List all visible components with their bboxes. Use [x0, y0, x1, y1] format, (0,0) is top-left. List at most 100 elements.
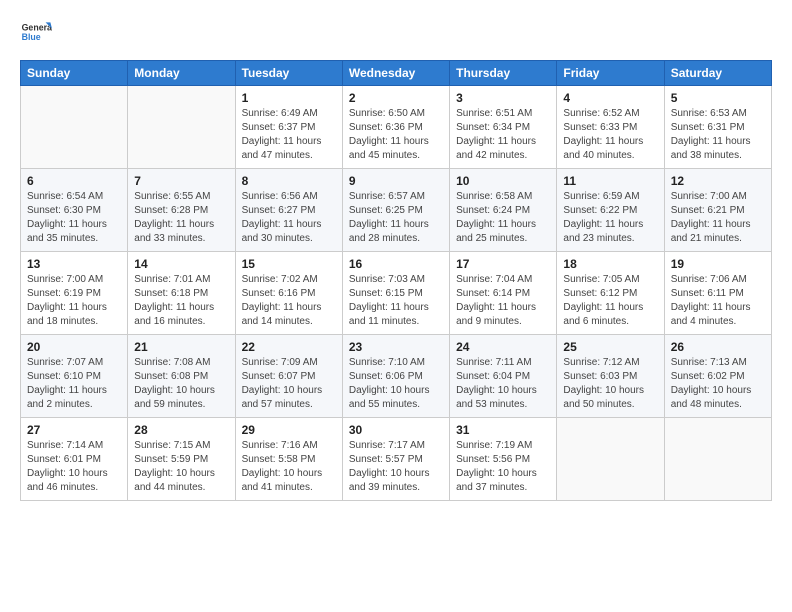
day-info: Sunrise: 7:13 AMSunset: 6:02 PMDaylight:…	[671, 356, 765, 412]
calendar-cell: 24 Sunrise: 7:11 AMSunset: 6:04 PMDayligh…	[450, 335, 557, 418]
calendar-cell: 6 Sunrise: 6:54 AMSunset: 6:30 PMDaylight…	[21, 169, 128, 252]
day-number: 21	[134, 340, 228, 354]
day-number: 3	[456, 91, 550, 105]
calendar-cell: 25 Sunrise: 7:12 AMSunset: 6:03 PMDayligh…	[557, 335, 664, 418]
day-number: 15	[242, 257, 336, 271]
day-number: 6	[27, 174, 121, 188]
day-info: Sunrise: 7:15 AMSunset: 5:59 PMDaylight:…	[134, 439, 228, 495]
day-info: Sunrise: 7:02 AMSunset: 6:16 PMDaylight:…	[242, 273, 336, 329]
day-number: 2	[349, 91, 443, 105]
weekday-header-tuesday: Tuesday	[235, 61, 342, 86]
logo-icon: General Blue	[20, 16, 52, 48]
calendar-cell: 26 Sunrise: 7:13 AMSunset: 6:02 PMDayligh…	[664, 335, 771, 418]
day-number: 24	[456, 340, 550, 354]
day-info: Sunrise: 7:12 AMSunset: 6:03 PMDaylight:…	[563, 356, 657, 412]
calendar-cell: 22Sunrise: 7:09 AMSunset: 6:07 PMDayligh…	[235, 335, 342, 418]
day-number: 9	[349, 174, 443, 188]
day-info: Sunrise: 7:16 AMSunset: 5:58 PMDaylight:…	[242, 439, 336, 495]
calendar-week-row: 6 Sunrise: 6:54 AMSunset: 6:30 PMDaylight…	[21, 169, 772, 252]
day-number: 30	[349, 423, 443, 437]
day-number: 14	[134, 257, 228, 271]
calendar-cell: 23 Sunrise: 7:10 AMSunset: 6:06 PMDayligh…	[342, 335, 449, 418]
calendar-cell: 17 Sunrise: 7:04 AMSunset: 6:14 PMDayligh…	[450, 252, 557, 335]
day-info: Sunrise: 6:55 AMSunset: 6:28 PMDaylight:…	[134, 190, 228, 246]
day-number: 1	[242, 91, 336, 105]
calendar-week-row: 1 Sunrise: 6:49 AMSunset: 6:37 PMDaylight…	[21, 86, 772, 169]
day-number: 16	[349, 257, 443, 271]
calendar-cell	[664, 418, 771, 501]
weekday-header-wednesday: Wednesday	[342, 61, 449, 86]
calendar-cell: 3 Sunrise: 6:51 AMSunset: 6:34 PMDaylight…	[450, 86, 557, 169]
calendar-cell: 4 Sunrise: 6:52 AMSunset: 6:33 PMDaylight…	[557, 86, 664, 169]
day-number: 26	[671, 340, 765, 354]
day-number: 22	[242, 340, 336, 354]
calendar-cell: 1 Sunrise: 6:49 AMSunset: 6:37 PMDaylight…	[235, 86, 342, 169]
day-info: Sunrise: 6:52 AMSunset: 6:33 PMDaylight:…	[563, 107, 657, 163]
day-info: Sunrise: 6:54 AMSunset: 6:30 PMDaylight:…	[27, 190, 121, 246]
calendar-cell	[128, 86, 235, 169]
weekday-header-friday: Friday	[557, 61, 664, 86]
calendar-week-row: 20 Sunrise: 7:07 AMSunset: 6:10 PMDayligh…	[21, 335, 772, 418]
calendar-week-row: 27 Sunrise: 7:14 AMSunset: 6:01 PMDayligh…	[21, 418, 772, 501]
day-info: Sunrise: 6:53 AMSunset: 6:31 PMDaylight:…	[671, 107, 765, 163]
calendar-cell: 18 Sunrise: 7:05 AMSunset: 6:12 PMDayligh…	[557, 252, 664, 335]
calendar-cell: 13Sunrise: 7:00 AMSunset: 6:19 PMDayligh…	[21, 252, 128, 335]
calendar-cell: 10 Sunrise: 6:58 AMSunset: 6:24 PMDayligh…	[450, 169, 557, 252]
calendar-week-row: 13Sunrise: 7:00 AMSunset: 6:19 PMDayligh…	[21, 252, 772, 335]
day-number: 13	[27, 257, 121, 271]
calendar-cell: 29 Sunrise: 7:16 AMSunset: 5:58 PMDayligh…	[235, 418, 342, 501]
svg-text:Blue: Blue	[22, 32, 41, 42]
day-info: Sunrise: 6:49 AMSunset: 6:37 PMDaylight:…	[242, 107, 336, 163]
day-info: Sunrise: 6:57 AMSunset: 6:25 PMDaylight:…	[349, 190, 443, 246]
day-info: Sunrise: 7:05 AMSunset: 6:12 PMDaylight:…	[563, 273, 657, 329]
day-info: Sunrise: 6:51 AMSunset: 6:34 PMDaylight:…	[456, 107, 550, 163]
calendar-cell: 8Sunrise: 6:56 AMSunset: 6:27 PMDaylight…	[235, 169, 342, 252]
calendar-cell: 21 Sunrise: 7:08 AMSunset: 6:08 PMDayligh…	[128, 335, 235, 418]
day-info: Sunrise: 6:56 AMSunset: 6:27 PMDaylight:…	[242, 190, 336, 246]
weekday-header-monday: Monday	[128, 61, 235, 86]
calendar-cell: 27 Sunrise: 7:14 AMSunset: 6:01 PMDayligh…	[21, 418, 128, 501]
calendar-cell: 19 Sunrise: 7:06 AMSunset: 6:11 PMDayligh…	[664, 252, 771, 335]
day-number: 5	[671, 91, 765, 105]
calendar-cell: 14 Sunrise: 7:01 AMSunset: 6:18 PMDayligh…	[128, 252, 235, 335]
day-info: Sunrise: 7:04 AMSunset: 6:14 PMDaylight:…	[456, 273, 550, 329]
day-info: Sunrise: 7:08 AMSunset: 6:08 PMDaylight:…	[134, 356, 228, 412]
day-number: 4	[563, 91, 657, 105]
day-info: Sunrise: 7:00 AMSunset: 6:21 PMDaylight:…	[671, 190, 765, 246]
weekday-header-sunday: Sunday	[21, 61, 128, 86]
day-number: 17	[456, 257, 550, 271]
day-number: 7	[134, 174, 228, 188]
calendar-cell: 30 Sunrise: 7:17 AMSunset: 5:57 PMDayligh…	[342, 418, 449, 501]
day-number: 28	[134, 423, 228, 437]
day-info: Sunrise: 6:59 AMSunset: 6:22 PMDaylight:…	[563, 190, 657, 246]
calendar-cell: 9 Sunrise: 6:57 AMSunset: 6:25 PMDaylight…	[342, 169, 449, 252]
day-info: Sunrise: 7:17 AMSunset: 5:57 PMDaylight:…	[349, 439, 443, 495]
day-number: 23	[349, 340, 443, 354]
day-info: Sunrise: 7:10 AMSunset: 6:06 PMDaylight:…	[349, 356, 443, 412]
calendar-cell: 16 Sunrise: 7:03 AMSunset: 6:15 PMDayligh…	[342, 252, 449, 335]
calendar-cell: 20 Sunrise: 7:07 AMSunset: 6:10 PMDayligh…	[21, 335, 128, 418]
day-number: 29	[242, 423, 336, 437]
calendar-cell	[21, 86, 128, 169]
day-number: 27	[27, 423, 121, 437]
day-info: Sunrise: 7:07 AMSunset: 6:10 PMDaylight:…	[27, 356, 121, 412]
calendar-cell: 7 Sunrise: 6:55 AMSunset: 6:28 PMDaylight…	[128, 169, 235, 252]
day-info: Sunrise: 7:03 AMSunset: 6:15 PMDaylight:…	[349, 273, 443, 329]
day-number: 18	[563, 257, 657, 271]
day-info: Sunrise: 7:06 AMSunset: 6:11 PMDaylight:…	[671, 273, 765, 329]
calendar-cell: 15 Sunrise: 7:02 AMSunset: 6:16 PMDayligh…	[235, 252, 342, 335]
day-info: Sunrise: 6:58 AMSunset: 6:24 PMDaylight:…	[456, 190, 550, 246]
day-number: 20	[27, 340, 121, 354]
day-number: 10	[456, 174, 550, 188]
day-info: Sunrise: 7:14 AMSunset: 6:01 PMDaylight:…	[27, 439, 121, 495]
day-info: Sunrise: 7:01 AMSunset: 6:18 PMDaylight:…	[134, 273, 228, 329]
day-number: 31	[456, 423, 550, 437]
day-info: Sunrise: 6:50 AMSunset: 6:36 PMDaylight:…	[349, 107, 443, 163]
day-info: Sunrise: 7:11 AMSunset: 6:04 PMDaylight:…	[456, 356, 550, 412]
page-header: General Blue	[20, 16, 772, 48]
day-number: 19	[671, 257, 765, 271]
calendar-cell: 2 Sunrise: 6:50 AMSunset: 6:36 PMDaylight…	[342, 86, 449, 169]
calendar-cell: 28 Sunrise: 7:15 AMSunset: 5:59 PMDayligh…	[128, 418, 235, 501]
day-number: 25	[563, 340, 657, 354]
calendar-table: SundayMondayTuesdayWednesdayThursdayFrid…	[20, 60, 772, 501]
